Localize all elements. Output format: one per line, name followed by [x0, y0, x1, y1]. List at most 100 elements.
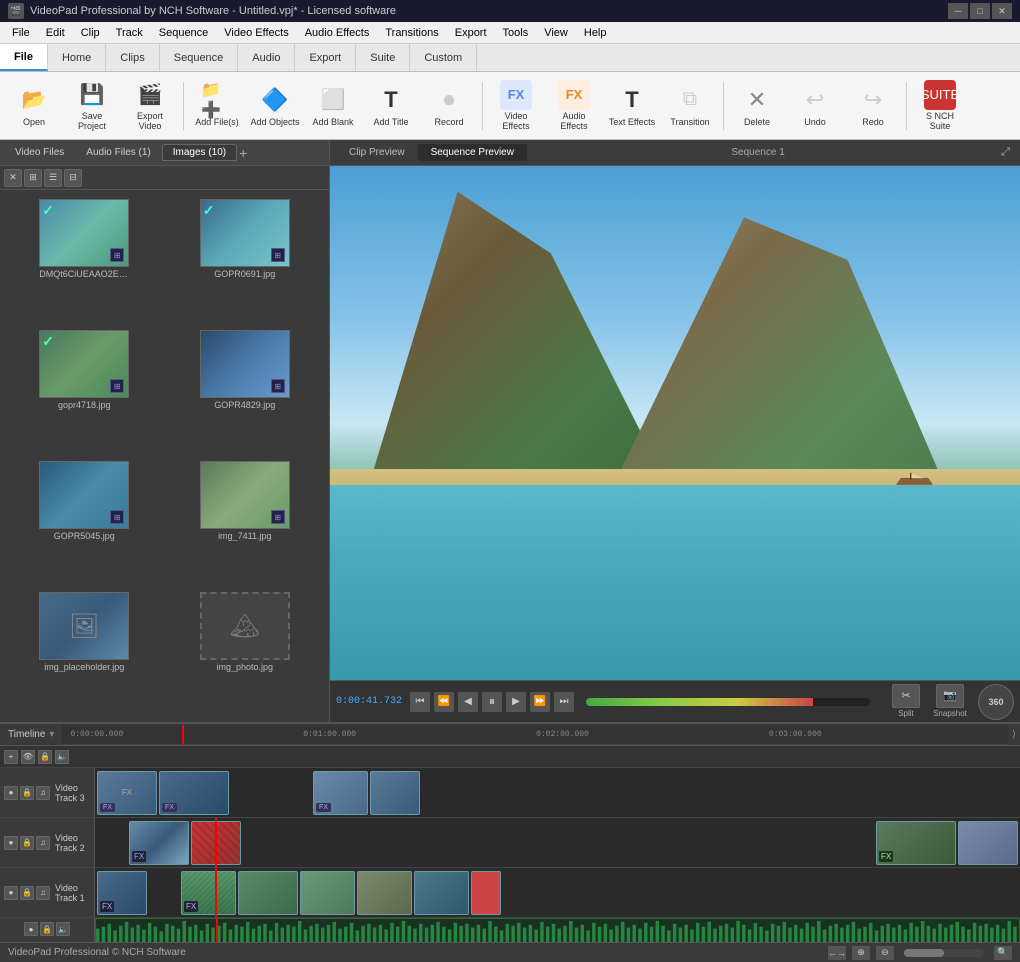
menu-transitions[interactable]: Transitions — [377, 25, 446, 41]
list-item[interactable]: ⊞ img_7411.jpg — [165, 456, 326, 587]
maximize-button[interactable]: □ — [970, 3, 990, 19]
menu-audio-effects[interactable]: Audio Effects — [297, 25, 378, 41]
clip-v2-1[interactable]: FX — [129, 821, 189, 865]
track-mute-button[interactable]: 🔈 — [55, 750, 69, 764]
track-a1-lock[interactable]: 🔒 — [40, 922, 54, 936]
play-pause-button[interactable]: ⏸ — [482, 692, 502, 712]
skip-start-button[interactable]: ⏮ — [410, 692, 430, 712]
text-effects-button[interactable]: T Text Effects — [604, 77, 660, 135]
tab-images[interactable]: Images (10) — [162, 144, 237, 161]
rewind-button[interactable]: ◀ — [458, 692, 478, 712]
tab-sequence-preview[interactable]: Sequence Preview — [418, 144, 527, 161]
tab-clip-preview[interactable]: Clip Preview — [336, 144, 418, 161]
timeline-scroll-right[interactable]: ⟩ — [1008, 729, 1020, 740]
add-files-button[interactable]: 📁➕ Add File(s) — [189, 77, 245, 135]
tab-custom[interactable]: Custom — [410, 44, 477, 71]
clip-v3-2[interactable]: FX — [159, 771, 229, 815]
add-objects-button[interactable]: 🔷 Add Objects — [247, 77, 303, 135]
track-lock-button[interactable]: 🔒 — [38, 750, 52, 764]
clip-v1-4[interactable] — [300, 871, 355, 915]
file-delete-button[interactable]: ✕ — [4, 169, 22, 187]
track-add-button[interactable]: + — [4, 750, 18, 764]
forward-button[interactable]: ▶ — [506, 692, 526, 712]
360-icon[interactable]: 360 — [978, 684, 1014, 720]
track-v1-mute[interactable]: ♫ — [36, 886, 50, 900]
clip-audio1[interactable] — [95, 918, 1020, 942]
track-v2-lock[interactable]: 🔒 — [20, 836, 34, 850]
list-item[interactable]: ⊞ GOPR4829.jpg — [165, 325, 326, 456]
undo-button[interactable]: ↩ Undo — [787, 77, 843, 135]
add-blank-button[interactable]: ⬜ Add Blank — [305, 77, 361, 135]
nch-suite-button[interactable]: SUITE S NCH Suite — [912, 77, 968, 135]
open-button[interactable]: 📂 Open — [6, 77, 62, 135]
clip-v1-5[interactable] — [357, 871, 412, 915]
split-button[interactable]: ✂ Split — [886, 684, 926, 720]
tab-audio-files[interactable]: Audio Files (1) — [75, 144, 161, 161]
tab-sequence[interactable]: Sequence — [160, 44, 239, 71]
clip-v3-4[interactable] — [370, 771, 420, 815]
track-v1-lock[interactable]: 🔒 — [20, 886, 34, 900]
redo-button[interactable]: ↪ Redo — [845, 77, 901, 135]
save-project-button[interactable]: 💾 Save Project — [64, 77, 120, 135]
delete-button[interactable]: ✕ Delete — [729, 77, 785, 135]
add-tab-button[interactable]: + — [239, 145, 247, 161]
status-btn-4[interactable]: 🔍 — [994, 946, 1012, 960]
menu-video-effects[interactable]: Video Effects — [216, 25, 296, 41]
menu-view[interactable]: View — [536, 25, 576, 41]
tab-suite[interactable]: Suite — [356, 44, 410, 71]
minimize-button[interactable]: ─ — [948, 3, 968, 19]
skip-end-button[interactable]: ⏭ — [554, 692, 574, 712]
track-eye-button[interactable]: 👁 — [21, 750, 35, 764]
list-item[interactable]: ⊞ GOPR5045.jpg — [4, 456, 165, 587]
file-view1-button[interactable]: ⊞ — [24, 169, 42, 187]
track-v3-mute[interactable]: ♫ — [36, 786, 50, 800]
close-button[interactable]: ✕ — [992, 3, 1012, 19]
clip-v1-1[interactable]: FX — [97, 871, 147, 915]
file-view2-button[interactable]: ☰ — [44, 169, 62, 187]
list-item[interactable]: ✓ ⊞ gopr4718.jpg — [4, 325, 165, 456]
menu-export[interactable]: Export — [447, 25, 495, 41]
track-a1-eye[interactable]: ● — [24, 922, 38, 936]
tab-file[interactable]: File — [0, 44, 48, 71]
status-btn-3[interactable]: ⊖ — [876, 946, 894, 960]
transition-button[interactable]: ⧉ Transition — [662, 77, 718, 135]
audio-effects-button[interactable]: FX Audio Effects — [546, 77, 602, 135]
zoom-slider[interactable] — [904, 949, 984, 957]
clip-v3-1[interactable]: FX FX — [97, 771, 157, 815]
tab-clips[interactable]: Clips — [106, 44, 159, 71]
menu-help[interactable]: Help — [576, 25, 615, 41]
menu-track[interactable]: Track — [108, 25, 151, 41]
next-frame-button[interactable]: ⏩ — [530, 692, 550, 712]
record-button[interactable]: ⏺ Record — [421, 77, 477, 135]
track-a1-mute[interactable]: 🔈 — [56, 922, 70, 936]
volume-bar[interactable]: -42 -36 -30 -24 -18 -12 -6 0 — [586, 698, 870, 706]
clip-v2-3[interactable]: FX — [876, 821, 956, 865]
360-button-wrapper[interactable]: 360 — [978, 684, 1014, 720]
add-title-button[interactable]: T Add Title — [363, 77, 419, 135]
clip-v1-3[interactable] — [238, 871, 298, 915]
tab-export[interactable]: Export — [295, 44, 356, 71]
track-v3-eye[interactable]: ● — [4, 786, 18, 800]
menu-sequence[interactable]: Sequence — [151, 25, 217, 41]
tab-video-files[interactable]: Video Files — [4, 144, 75, 161]
clip-v1-7[interactable] — [471, 871, 501, 915]
status-btn-2[interactable]: ⊕ — [852, 946, 870, 960]
tab-home[interactable]: Home — [48, 44, 106, 71]
track-v1-eye[interactable]: ● — [4, 886, 18, 900]
tab-audio[interactable]: Audio — [238, 44, 295, 71]
track-v2-mute[interactable]: ♫ — [36, 836, 50, 850]
expand-icon[interactable]: ⤢ — [997, 144, 1014, 161]
track-v3-lock[interactable]: 🔒 — [20, 786, 34, 800]
list-item[interactable]: ✓ ⊞ DMQt6CiUEAAO2ET.jpg — [4, 194, 165, 325]
track-v2-eye[interactable]: ● — [4, 836, 18, 850]
list-item[interactable]: ✓ ⊞ GOPR0691.jpg — [165, 194, 326, 325]
menu-edit[interactable]: Edit — [38, 25, 73, 41]
video-effects-button[interactable]: FX Video Effects — [488, 77, 544, 135]
clip-v3-3[interactable]: FX — [313, 771, 368, 815]
list-item[interactable]: 🏔 img_photo.jpg — [165, 587, 326, 718]
clip-v2-4[interactable] — [958, 821, 1018, 865]
file-sort-button[interactable]: ⊟ — [64, 169, 82, 187]
list-item[interactable]: 🖼 img_placeholder.jpg — [4, 587, 165, 718]
clip-v1-6[interactable] — [414, 871, 469, 915]
timeline-dropdown-icon[interactable]: ▾ — [49, 729, 54, 740]
